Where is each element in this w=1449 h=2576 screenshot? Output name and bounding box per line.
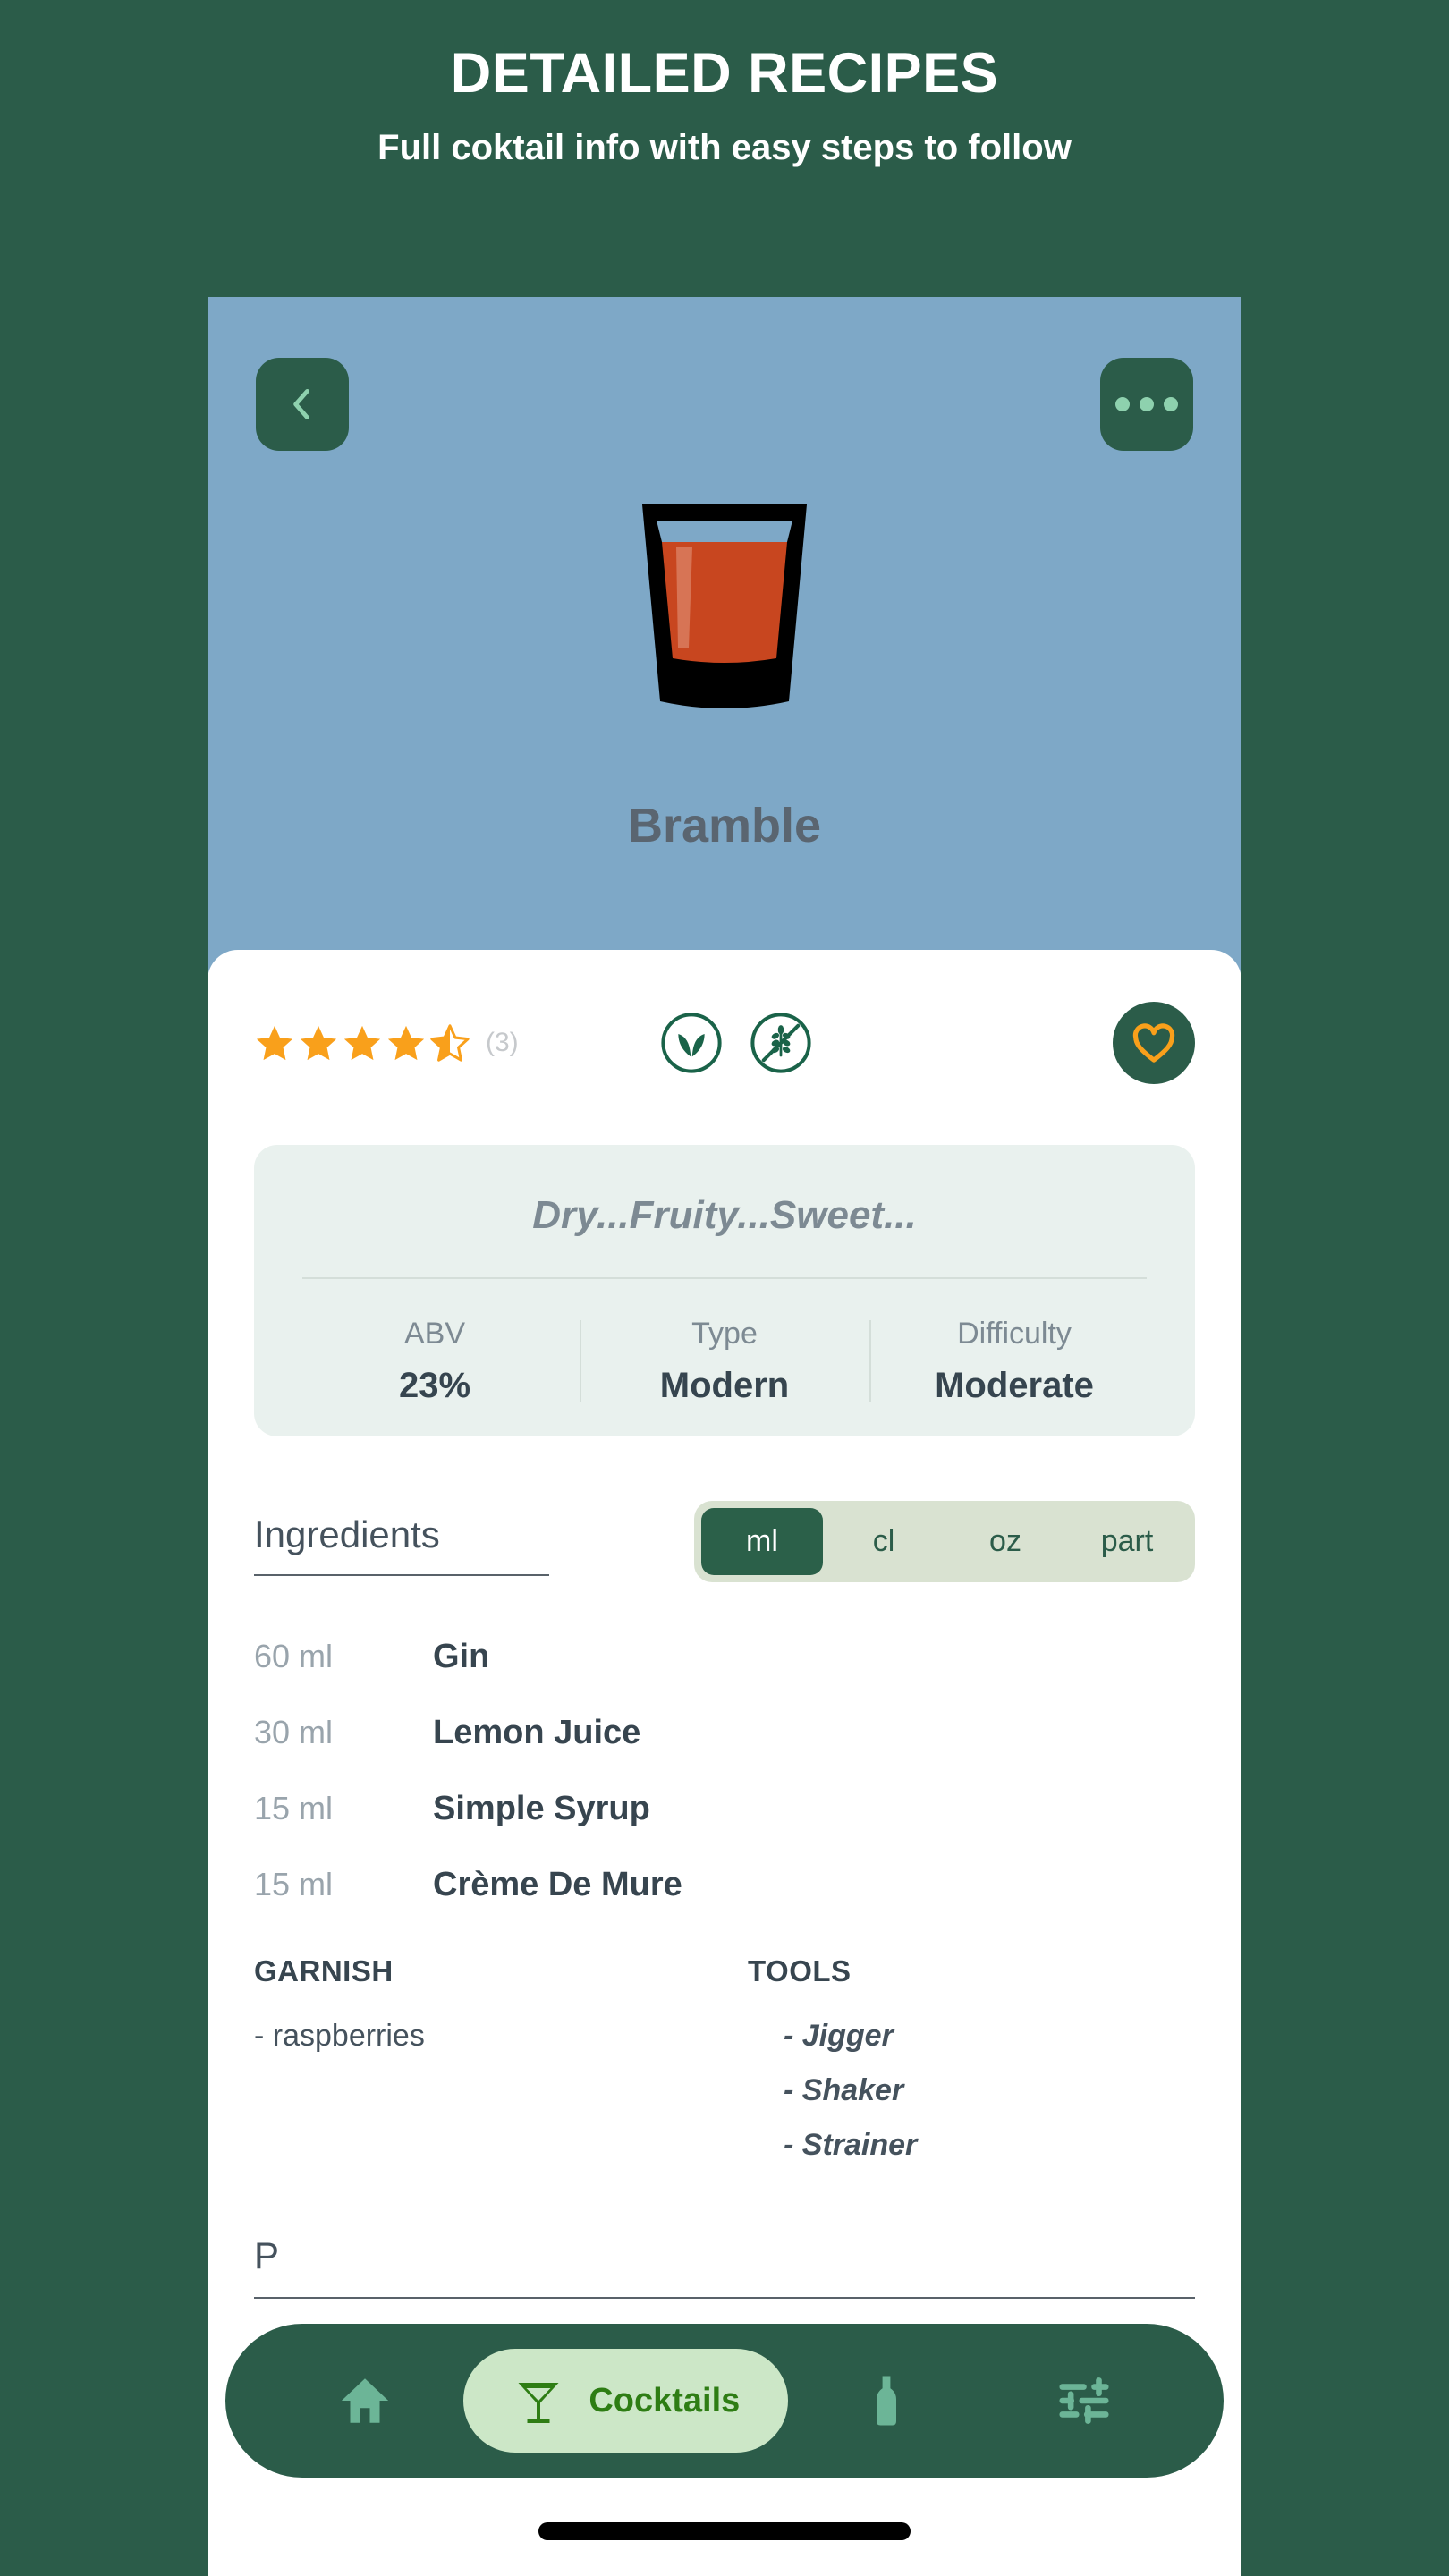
stat-type: Type Modern xyxy=(580,1317,869,1406)
ingredient-row: 15 ml Simple Syrup xyxy=(254,1790,1195,1828)
ingredient-amount: 30 ml xyxy=(254,1714,334,1750)
preparation-underline xyxy=(254,2297,1195,2299)
phone-mockup: Bramble (3) Dry...Fruity...Sweet... ABV … xyxy=(208,297,1241,2576)
rocks-glass-icon xyxy=(642,504,807,708)
hero-section: Bramble xyxy=(208,297,1241,977)
ingredients-underline xyxy=(254,1574,549,1576)
garnish-item: - raspberries xyxy=(254,2019,425,2053)
ingredient-amount: 15 ml xyxy=(254,1790,334,1826)
stat-difficulty: Difficulty Moderate xyxy=(869,1317,1159,1406)
preparation-title: P xyxy=(254,2234,280,2276)
rating-row: (3) xyxy=(254,950,1195,1086)
stat-value: Modern xyxy=(659,1366,790,1405)
promo-header: DETAILED RECIPES Full coktail info with … xyxy=(0,0,1449,169)
ingredient-row: 60 ml Gin xyxy=(254,1638,1195,1676)
gluten-free-icon[interactable] xyxy=(748,1010,814,1076)
ingredient-name: Simple Syrup xyxy=(433,1790,650,1827)
tool-item: - Jigger xyxy=(784,2019,894,2053)
nav-active-pill[interactable]: Cocktails xyxy=(463,2349,789,2453)
tool-item: - Shaker xyxy=(784,2073,904,2107)
tools-heading: TOOLS xyxy=(748,1954,852,1987)
ingredient-name: Gin xyxy=(433,1638,490,1675)
chevron-left-icon xyxy=(293,388,309,420)
sliders-icon xyxy=(1059,2377,1109,2424)
nav-item-home[interactable] xyxy=(267,2371,463,2430)
drink-illustration xyxy=(208,494,1241,717)
star-half-icon xyxy=(430,1024,470,1062)
unit-toggle[interactable]: ml cl oz part xyxy=(694,1501,1195,1582)
back-button[interactable] xyxy=(256,358,349,451)
unit-option-ml[interactable]: ml xyxy=(701,1508,823,1575)
nav-item-cocktails[interactable]: Cocktails xyxy=(463,2349,789,2453)
diet-badges xyxy=(658,1010,814,1076)
stat-row: ABV 23% Type Modern Difficulty Moderate xyxy=(290,1279,1159,1406)
star-filled-icon xyxy=(256,1025,293,1061)
favorite-button[interactable] xyxy=(1113,1002,1195,1084)
info-card: Dry...Fruity...Sweet... ABV 23% Type Mod… xyxy=(254,1145,1195,1436)
rating-count: (3) xyxy=(486,1028,519,1057)
heart-icon xyxy=(1132,1023,1175,1063)
tools-column: TOOLS - Jigger - Shaker - Strainer xyxy=(701,1954,1195,2182)
leaf-vegan-icon[interactable] xyxy=(658,1010,724,1076)
unit-option-cl[interactable]: cl xyxy=(823,1508,945,1575)
home-indicator xyxy=(538,2522,911,2540)
stat-value: Moderate xyxy=(935,1366,1094,1405)
cocktail-glass-icon xyxy=(518,2383,559,2423)
ingredient-amount: 60 ml xyxy=(254,1638,334,1674)
nav-item-label: Cocktails xyxy=(589,2381,741,2419)
flavor-tagline: Dry...Fruity...Sweet... xyxy=(532,1193,917,1237)
page-title: DETAILED RECIPES xyxy=(450,42,999,105)
more-horizontal-icon xyxy=(1115,397,1178,411)
ingredient-amount: 15 ml xyxy=(254,1866,334,1902)
nav-item-bottles[interactable] xyxy=(788,2371,985,2430)
ingredient-name: Crème De Mure xyxy=(433,1866,682,1903)
more-options-button[interactable] xyxy=(1100,358,1193,451)
star-filled-icon xyxy=(343,1025,381,1061)
ingredients-list: 60 ml Gin 30 ml Lemon Juice 15 ml Simple… xyxy=(254,1638,1195,1904)
bottle-icon xyxy=(877,2376,897,2426)
home-icon xyxy=(342,2378,389,2423)
star-rating[interactable]: (3) xyxy=(254,1022,519,1063)
ingredient-row: 15 ml Crème De Mure xyxy=(254,1866,1195,1904)
tool-item: - Strainer xyxy=(784,2128,918,2162)
nav-item-filters[interactable] xyxy=(986,2371,1182,2430)
stat-label: Type xyxy=(691,1317,758,1351)
ingredients-header: Ingredients ml cl oz part xyxy=(254,1501,1195,1582)
stat-label: Difficulty xyxy=(957,1317,1072,1351)
garnish-heading: GARNISH xyxy=(254,1954,394,1987)
garnish-tools-row: GARNISH - raspberries TOOLS - Jigger - S… xyxy=(254,1954,1195,2182)
ingredient-name: Lemon Juice xyxy=(433,1714,641,1751)
garnish-column: GARNISH - raspberries xyxy=(254,1954,701,2182)
unit-option-part[interactable]: part xyxy=(1066,1508,1188,1575)
star-filled-icon xyxy=(387,1025,425,1061)
unit-option-oz[interactable]: oz xyxy=(945,1508,1066,1575)
stat-value: 23% xyxy=(398,1366,471,1405)
ingredient-row: 30 ml Lemon Juice xyxy=(254,1714,1195,1752)
drink-name: Bramble xyxy=(627,799,822,852)
preparation-section: P xyxy=(254,2234,1195,2299)
ingredients-title: Ingredients xyxy=(254,1513,440,1555)
stat-label: ABV xyxy=(403,1317,466,1351)
detail-sheet: (3) Dry...Fruity...Sweet... ABV 23% Type… xyxy=(208,950,1241,2560)
star-filled-icon xyxy=(300,1025,337,1061)
page-subtitle: Full coktail info with easy steps to fol… xyxy=(377,128,1072,168)
bottom-navigation: Cocktails xyxy=(225,2324,1224,2478)
stat-abv: ABV 23% xyxy=(290,1317,580,1406)
